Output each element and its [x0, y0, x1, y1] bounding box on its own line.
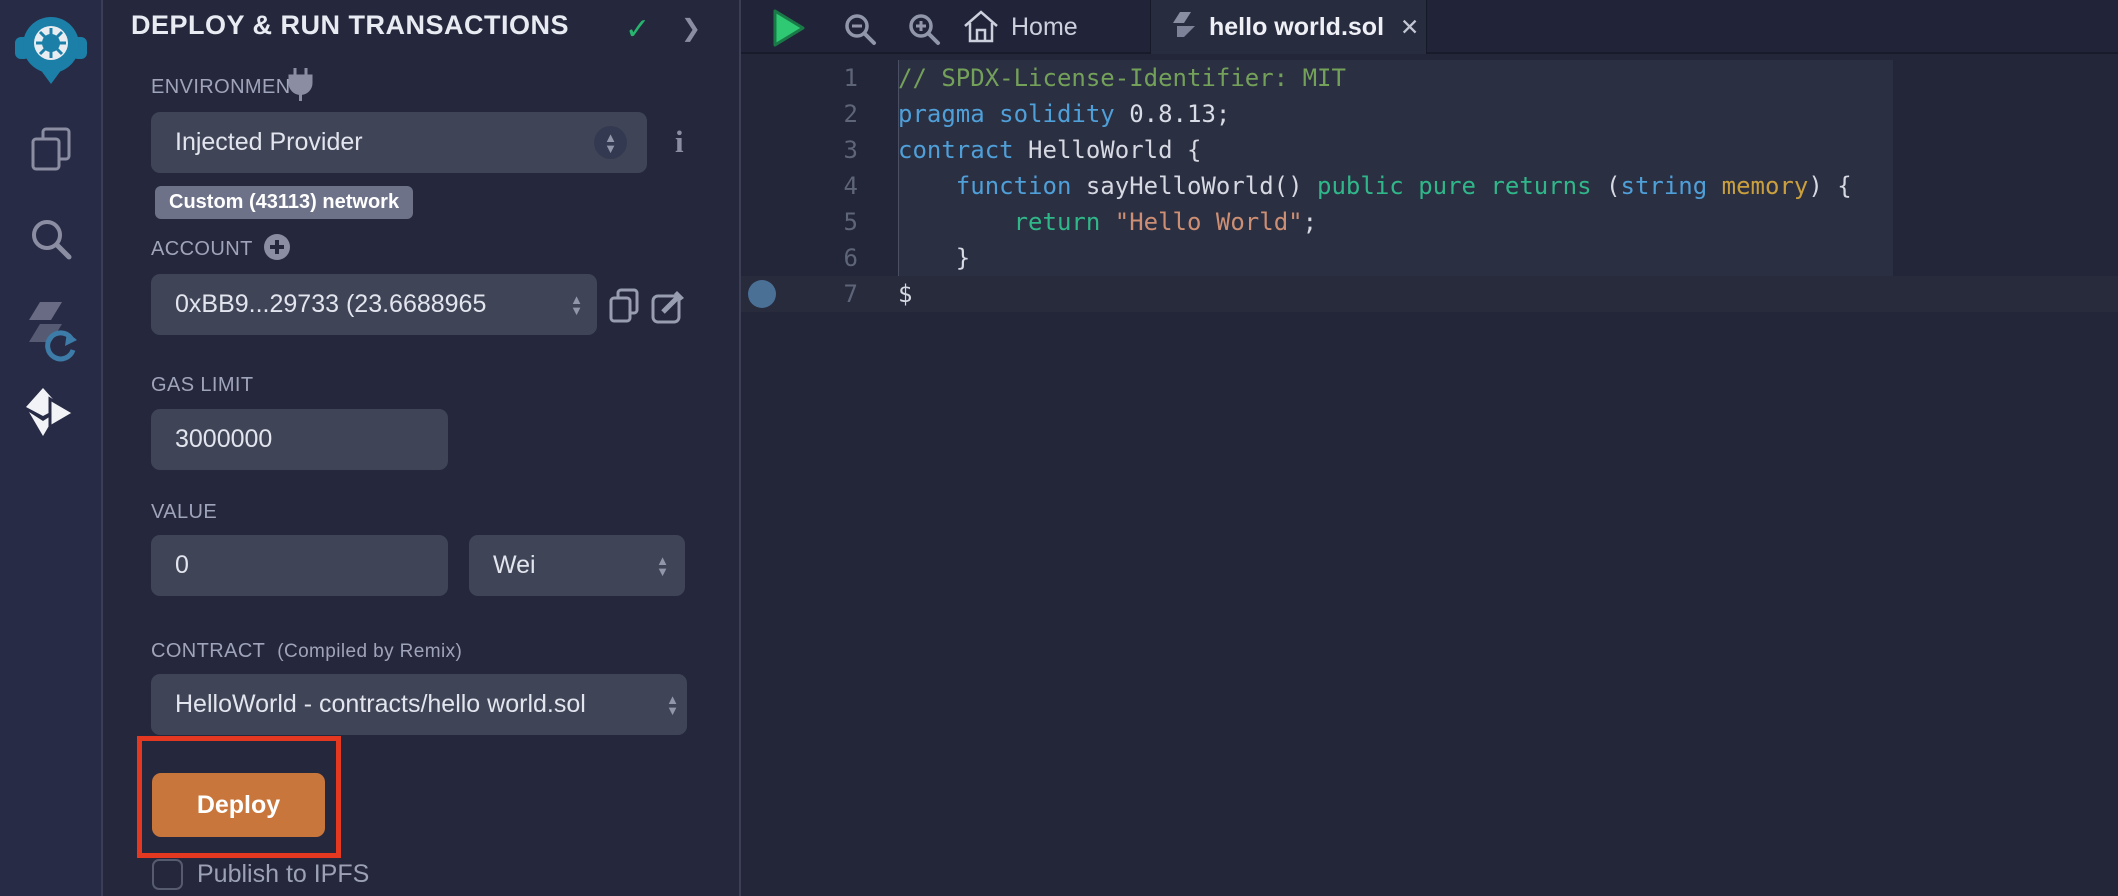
gas-limit-label: GAS LIMIT	[151, 374, 254, 397]
remix-logo	[13, 8, 89, 84]
contract-selected: HelloWorld - contracts/hello world.sol	[175, 690, 666, 719]
edit-account-icon[interactable]	[651, 288, 687, 329]
code-area[interactable]: 1 // SPDX-License-Identifier: MIT 2 pragma …	[741, 56, 2118, 896]
code-line-text[interactable]: // SPDX-License-Identifier: MIT	[898, 60, 1346, 96]
editor-tabbar: Home hello world.sol ✕	[741, 0, 2118, 54]
publish-ipfs-checkbox[interactable]	[152, 859, 183, 890]
environment-selected: Injected Provider	[175, 128, 623, 157]
solidity-compiler-icon[interactable]	[0, 300, 101, 362]
breakpoint-dot-icon[interactable]	[748, 280, 776, 308]
line-number-gutter[interactable]: 4	[741, 168, 898, 204]
value-unit-select[interactable]: Wei ▲▼	[469, 535, 685, 596]
code-editor: Home hello world.sol ✕ 1 // SPDX-License-…	[741, 0, 2118, 896]
deploy-run-panel: DEPLOY & RUN TRANSACTIONS ✓ ❯ ENVIRONMEN…	[103, 0, 741, 896]
line-number: 6	[844, 244, 858, 272]
tab-close-icon[interactable]: ✕	[1400, 14, 1419, 41]
home-icon	[963, 10, 999, 44]
value-amount: 0	[175, 551, 189, 580]
contract-label: CONTRACT (Compiled by Remix)	[151, 640, 462, 663]
line-number: 2	[844, 100, 858, 128]
gas-limit-value: 3000000	[175, 425, 272, 454]
code-line[interactable]: 7$	[741, 276, 2118, 312]
value-input[interactable]: 0	[151, 535, 448, 596]
environment-select[interactable]: Injected Provider ▲▼	[151, 112, 647, 173]
contract-stepper-icon: ▲▼	[666, 694, 679, 716]
code-line-text[interactable]: }	[898, 240, 970, 276]
code-line-text[interactable]: function sayHelloWorld() public pure ret…	[898, 168, 1852, 204]
code-lines: 1 // SPDX-License-Identifier: MIT 2 pragma …	[741, 60, 2118, 312]
account-label: ACCOUNT	[151, 238, 253, 261]
code-line[interactable]: 4 function sayHelloWorld() public pure r…	[741, 168, 2118, 204]
remix-ide-window: DEPLOY & RUN TRANSACTIONS ✓ ❯ ENVIRONMEN…	[0, 0, 2118, 896]
tab-file[interactable]: hello world.sol ✕	[1150, 0, 1427, 54]
environment-info-icon[interactable]: i	[675, 124, 684, 160]
line-number-gutter[interactable]: 5	[741, 204, 898, 240]
run-script-play-icon[interactable]	[773, 9, 805, 52]
file-explorer-icon[interactable]	[0, 126, 101, 172]
zoom-out-icon[interactable]	[843, 12, 877, 51]
line-number: 3	[844, 136, 858, 164]
line-number: 1	[844, 64, 858, 92]
code-line[interactable]: 3 contract HelloWorld {	[741, 132, 2118, 168]
publish-ipfs-label: Publish to IPFS	[197, 860, 369, 889]
account-selected: 0xBB9...29733 (23.6688965	[175, 290, 570, 319]
panel-title: DEPLOY & RUN TRANSACTIONS	[131, 10, 569, 41]
copy-account-icon[interactable]	[608, 288, 640, 329]
zoom-in-icon[interactable]	[907, 12, 941, 51]
line-number: 4	[844, 172, 858, 200]
line-number-gutter[interactable]: 2	[741, 96, 898, 132]
code-line[interactable]: 1 // SPDX-License-Identifier: MIT	[741, 60, 2118, 96]
line-number-gutter[interactable]: 6	[741, 240, 898, 276]
code-line[interactable]: 6 }	[741, 240, 2118, 276]
network-badge: Custom (43113) network	[155, 186, 413, 219]
unit-stepper-icon: ▲▼	[656, 555, 669, 577]
gas-limit-input[interactable]: 3000000	[151, 409, 448, 470]
line-number-gutter[interactable]: 7	[741, 276, 898, 312]
line-number-gutter[interactable]: 1	[741, 60, 898, 96]
code-line-text[interactable]: $	[898, 276, 912, 312]
code-line[interactable]: 5 return "Hello World";	[741, 204, 2118, 240]
contract-sublabel: (Compiled by Remix)	[277, 641, 462, 662]
tab-home-label: Home	[1011, 13, 1078, 42]
compile-success-check-icon: ✓	[625, 12, 650, 47]
add-account-icon[interactable]	[263, 233, 291, 266]
tab-file-label: hello world.sol	[1209, 13, 1384, 42]
account-stepper-icon: ▲▼	[570, 294, 583, 316]
remix-logo-icon[interactable]	[0, 8, 101, 84]
line-number-gutter[interactable]: 3	[741, 132, 898, 168]
tab-home[interactable]: Home	[963, 0, 1078, 54]
contract-select[interactable]: HelloWorld - contracts/hello world.sol ▲…	[151, 674, 687, 735]
value-label: VALUE	[151, 501, 217, 524]
code-line[interactable]: 2 pragma solidity 0.8.13;	[741, 96, 2118, 132]
environment-stepper-icon: ▲▼	[594, 126, 627, 159]
plug-icon	[285, 68, 315, 107]
line-number: 5	[844, 208, 858, 236]
environment-label: ENVIRONMENT	[151, 76, 303, 99]
panel-expand-chevron-icon[interactable]: ❯	[681, 14, 701, 43]
line-number: 7	[844, 280, 858, 308]
deploy-run-icon[interactable]	[0, 388, 101, 436]
code-line-text[interactable]: contract HelloWorld {	[898, 132, 1201, 168]
solidity-file-icon	[1173, 12, 1195, 42]
search-icon[interactable]	[0, 217, 101, 261]
activity-bar	[0, 0, 103, 896]
account-select[interactable]: 0xBB9...29733 (23.6688965 ▲▼	[151, 274, 597, 335]
value-unit-selected: Wei	[493, 551, 656, 580]
code-line-text[interactable]: return "Hello World";	[898, 204, 1317, 240]
deploy-button[interactable]: Deploy	[152, 773, 325, 837]
code-line-text[interactable]: pragma solidity 0.8.13;	[898, 96, 1230, 132]
